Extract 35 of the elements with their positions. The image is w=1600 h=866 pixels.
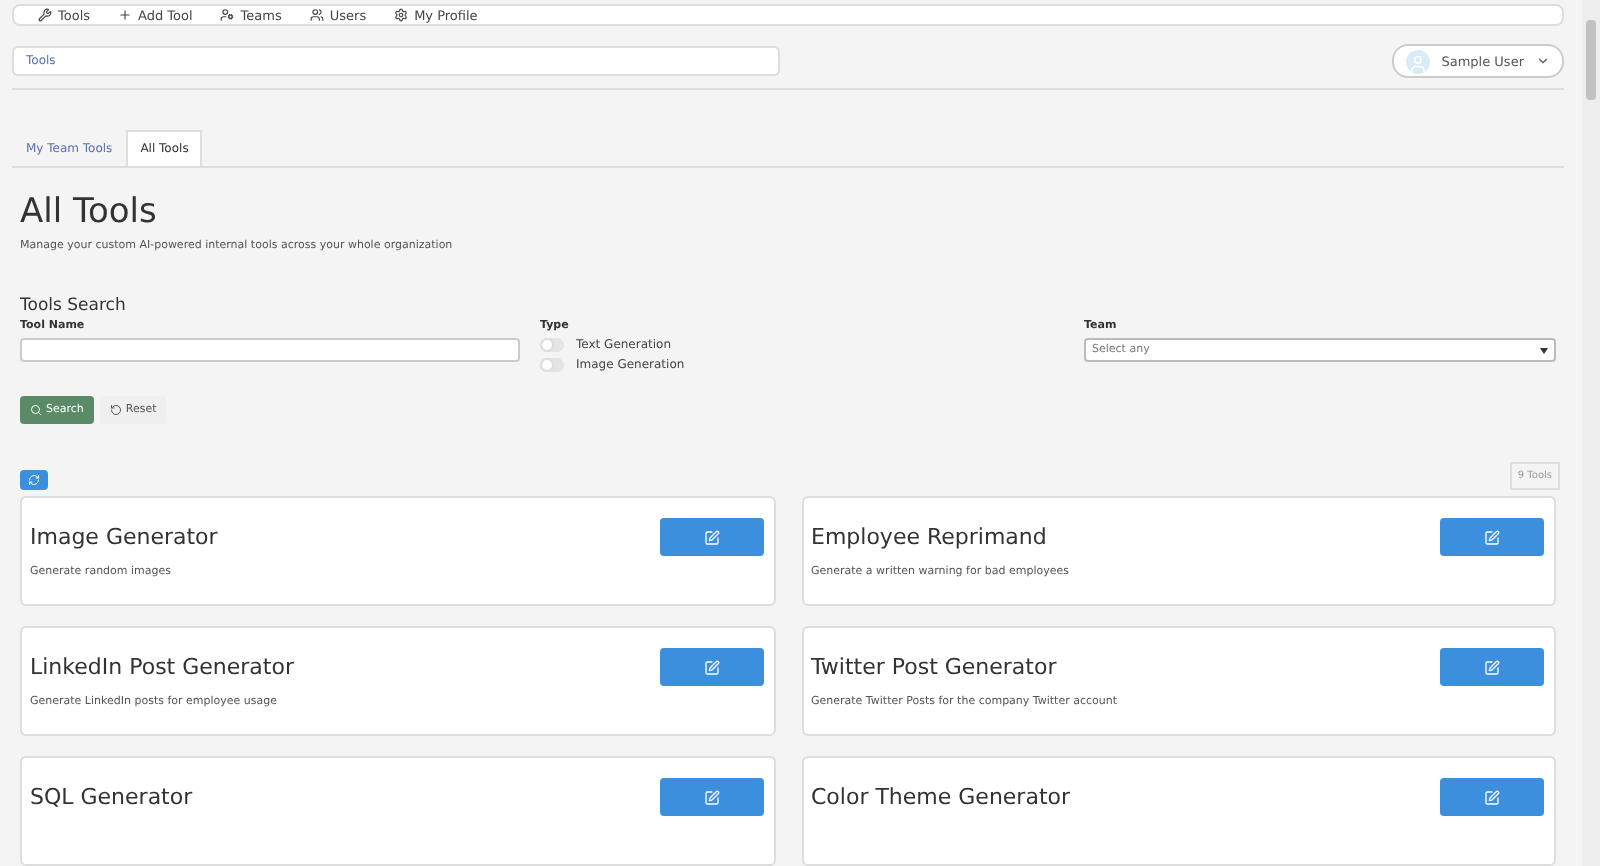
- wrench-icon: [38, 8, 52, 22]
- edit-button[interactable]: [659, 518, 763, 556]
- tool-name: SQL Generator: [30, 784, 193, 810]
- tool-name: Color Theme Generator: [811, 784, 1071, 810]
- tool-name: Twitter Post Generator: [811, 654, 1059, 680]
- users-icon: [309, 8, 324, 22]
- reset-icon: [109, 404, 122, 416]
- tool-name-field[interactable]: [20, 338, 520, 362]
- edit-button[interactable]: [1440, 778, 1544, 816]
- edit-icon: [1484, 529, 1500, 545]
- edit-icon: [703, 659, 719, 675]
- tool-name: Employee Reprimand: [811, 524, 1049, 550]
- search-icon: [30, 404, 42, 416]
- toggle-switch[interactable]: [540, 358, 564, 372]
- plus-icon: [118, 8, 133, 22]
- edit-button[interactable]: [659, 778, 763, 816]
- edit-button[interactable]: [1440, 518, 1544, 556]
- user-icon: [220, 8, 235, 22]
- edit-button[interactable]: [1440, 648, 1544, 686]
- chevron-down-icon: [1536, 54, 1550, 68]
- settings-icon: [394, 8, 409, 22]
- edit-button[interactable]: [659, 648, 763, 686]
- toggle-switch[interactable]: [540, 338, 564, 352]
- caret-icon: [1540, 347, 1548, 353]
- refresh-icon: [28, 474, 40, 486]
- tool-name: Image Generator: [30, 524, 218, 550]
- avatar-icon: [1405, 49, 1430, 73]
- refresh-button[interactable]: [20, 470, 48, 490]
- edit-icon: [703, 529, 719, 545]
- tool-name: LinkedIn Post Generator: [30, 654, 294, 680]
- page-title: All Tools: [20, 192, 159, 232]
- edit-icon: [703, 789, 719, 805]
- section-title: Tools Search: [20, 296, 128, 316]
- edit-icon: [1484, 659, 1500, 675]
- edit-icon: [1484, 789, 1500, 805]
